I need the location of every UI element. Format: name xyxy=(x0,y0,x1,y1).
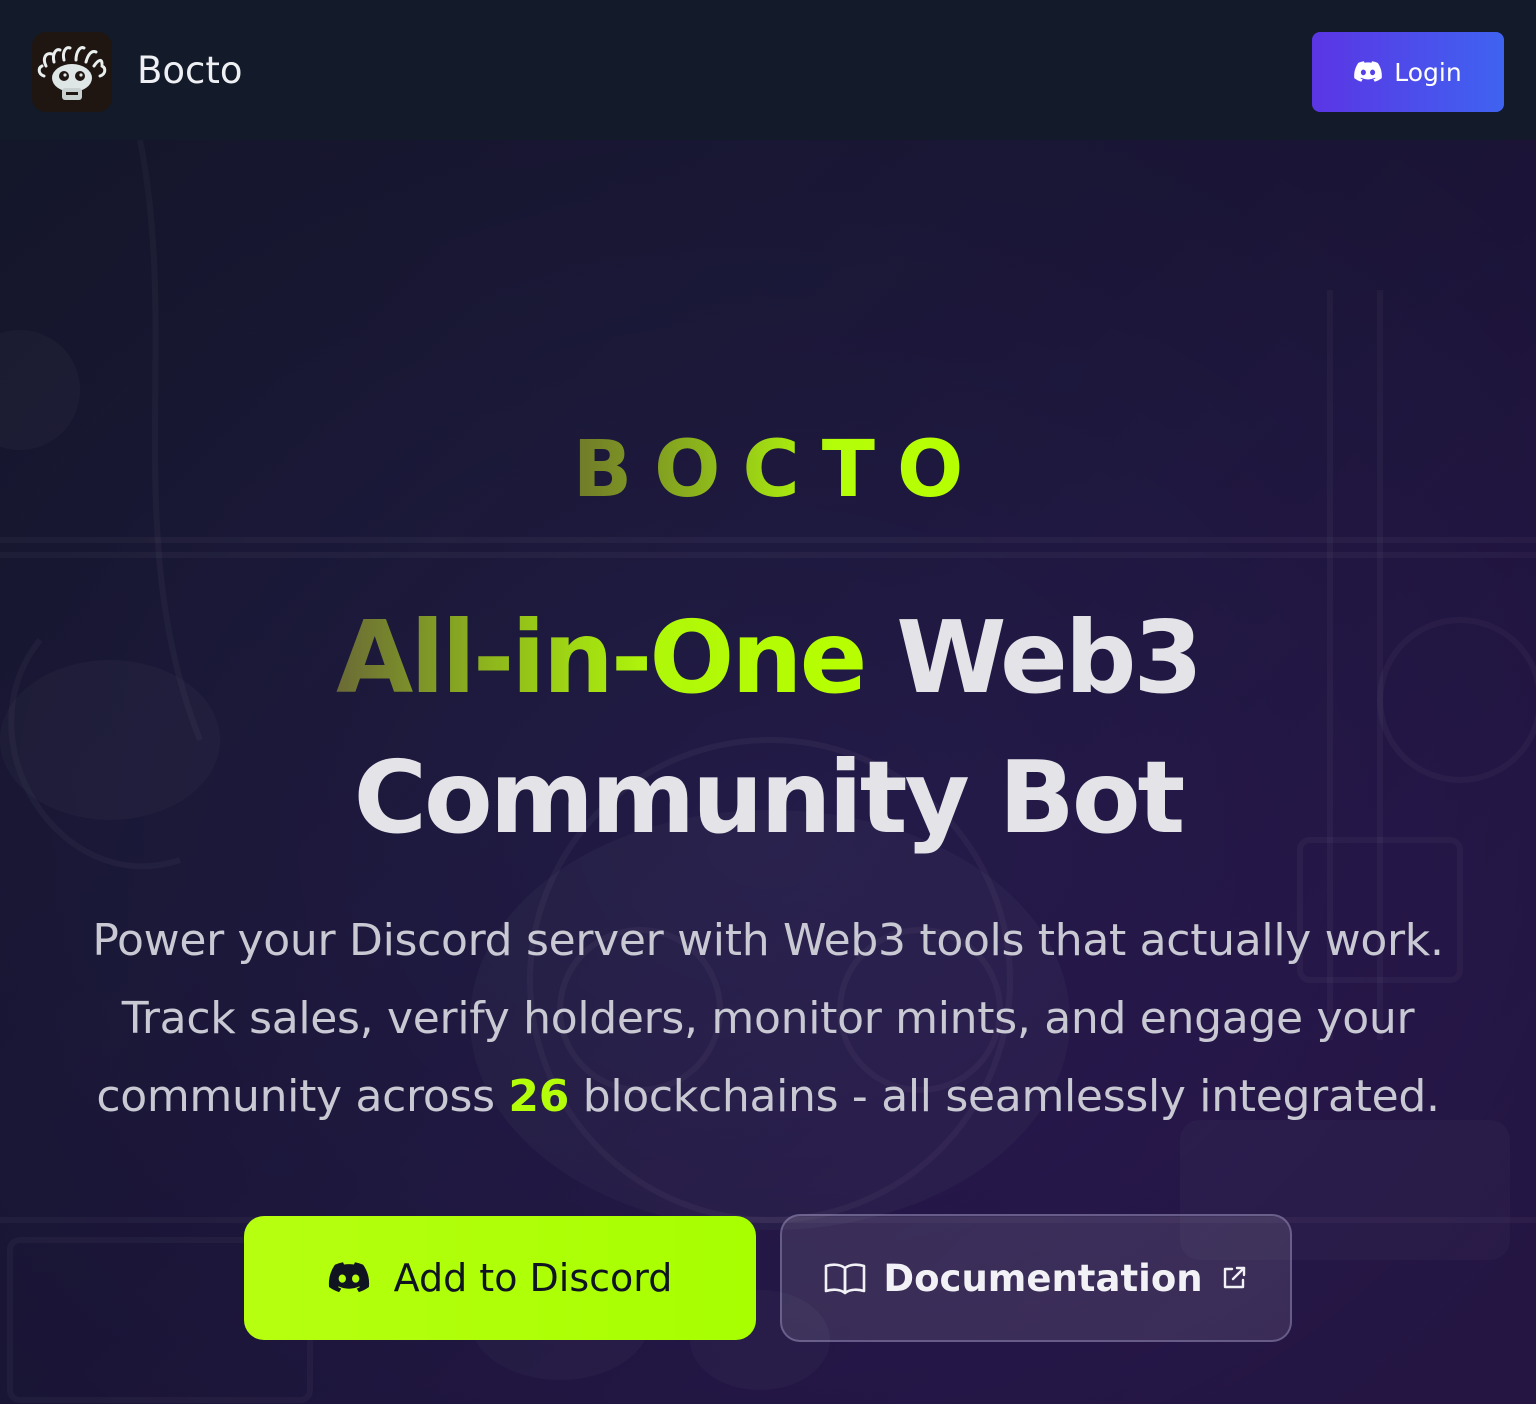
add-to-discord-label: Add to Discord xyxy=(393,1256,673,1300)
hero-headline: All-in-One Web3 Community Bot xyxy=(0,588,1536,868)
headline-line1-rest: Web3 xyxy=(896,599,1203,716)
bocto-mascot-logo-icon xyxy=(32,32,112,112)
subtitle-after: blockchains - all seamlessly integrated. xyxy=(569,1071,1440,1122)
kicker-text: BOCTO xyxy=(551,425,986,515)
hero-content: BOCTO All-in-One Web3 Community Bot Powe… xyxy=(0,140,1536,1404)
login-button[interactable]: Login xyxy=(1312,32,1504,112)
hero-subtitle: Power your Discord server with Web3 tool… xyxy=(60,902,1476,1136)
discord-icon xyxy=(1354,61,1383,82)
login-label: Login xyxy=(1394,57,1462,87)
blockchain-count: 26 xyxy=(508,1071,570,1122)
brand-name[interactable]: Bocto xyxy=(137,47,243,95)
headline-accent: All-in-One xyxy=(335,599,867,716)
hero-section: BOCTO All-in-One Web3 Community Bot Powe… xyxy=(0,140,1536,1404)
documentation-label: Documentation xyxy=(883,1256,1203,1300)
documentation-button[interactable]: Documentation xyxy=(780,1214,1292,1342)
bocto-logo[interactable] xyxy=(32,32,112,112)
discord-icon xyxy=(328,1262,369,1293)
add-to-discord-button[interactable]: Add to Discord xyxy=(244,1216,756,1340)
top-navbar: Bocto Login xyxy=(0,0,1536,140)
external-link-icon xyxy=(1223,1266,1245,1289)
headline-line2: Community Bot xyxy=(353,739,1186,856)
hero-kicker: BOCTO xyxy=(0,420,1536,520)
book-open-icon xyxy=(825,1263,866,1295)
